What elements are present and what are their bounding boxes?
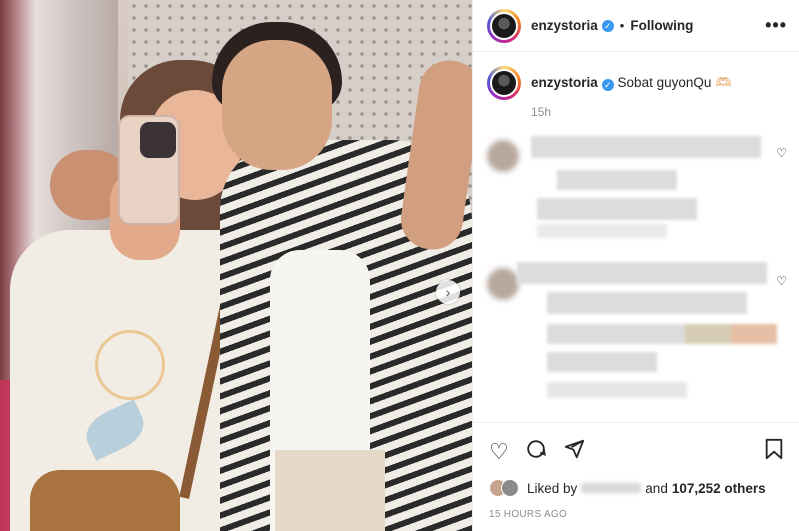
man-face bbox=[222, 40, 332, 170]
bookmark-icon[interactable] bbox=[764, 438, 784, 466]
post-sidebar: enzystoria ✓ • Following ••• enzystoria ✓… bbox=[472, 0, 799, 531]
blurred-comment-text bbox=[517, 262, 767, 284]
caption-body: enzystoria ✓ Sobat guyonQu 🫶🏻 15h bbox=[531, 66, 732, 119]
phone-camera bbox=[140, 122, 176, 158]
comment-icon[interactable] bbox=[525, 438, 547, 466]
next-photo-button[interactable]: › bbox=[436, 280, 460, 304]
heart-icon[interactable]: ♡ bbox=[489, 439, 509, 465]
comment-avatar[interactable] bbox=[487, 268, 519, 300]
blurred-comment-text bbox=[547, 324, 777, 344]
post-timestamp[interactable]: 15 HOURS AGO bbox=[473, 497, 799, 520]
caption-text: Sobat guyonQu 🫶🏻 bbox=[617, 75, 732, 90]
avatar bbox=[490, 69, 518, 97]
caption: enzystoria ✓ Sobat guyonQu 🫶🏻 15h bbox=[473, 52, 799, 119]
chevron-right-icon: › bbox=[445, 284, 451, 300]
username-link[interactable]: enzystoria bbox=[531, 18, 598, 33]
likes-count[interactable]: 107,252 others bbox=[672, 481, 766, 496]
caption-time[interactable]: 15h bbox=[531, 105, 732, 119]
post-photo[interactable]: › bbox=[0, 0, 472, 531]
shirt-flower-print bbox=[95, 330, 165, 400]
post-header: enzystoria ✓ • Following ••• bbox=[473, 0, 799, 52]
blurred-comment-text bbox=[547, 352, 657, 372]
comment-like-heart-icon[interactable]: ♡ bbox=[776, 146, 787, 160]
liked-by-label: Liked by bbox=[527, 480, 578, 496]
comment-avatar[interactable] bbox=[487, 140, 519, 172]
post-actions: ♡ Liked by and 107,252 others 15 HOURS A… bbox=[473, 422, 799, 531]
likes-row: Liked by and 107,252 others bbox=[473, 469, 799, 497]
liked-and-label: and bbox=[645, 480, 668, 496]
comment-like-heart-icon[interactable]: ♡ bbox=[776, 274, 787, 288]
following-button[interactable]: Following bbox=[630, 18, 693, 33]
blurred-comment-text bbox=[547, 292, 747, 314]
blurred-comment-text bbox=[537, 224, 667, 238]
verified-icon: ✓ bbox=[601, 79, 614, 91]
comment-item: ♡ bbox=[487, 258, 787, 408]
more-options-icon[interactable]: ••• bbox=[765, 15, 787, 36]
liker-avatar[interactable] bbox=[501, 479, 519, 497]
avatar bbox=[490, 11, 518, 40]
caption-avatar-ring[interactable] bbox=[487, 66, 521, 100]
handbag bbox=[30, 470, 180, 531]
separator-dot: • bbox=[619, 18, 625, 33]
comment-item: ♡ bbox=[487, 132, 787, 252]
blurred-comment-text bbox=[531, 136, 761, 158]
blurred-comment-text bbox=[547, 382, 687, 398]
blurred-comment-text bbox=[557, 170, 677, 190]
blurred-comment-text bbox=[537, 198, 697, 220]
man-pants bbox=[275, 450, 385, 531]
verified-icon: ✓ bbox=[601, 19, 614, 32]
action-icons: ♡ bbox=[473, 423, 799, 469]
profile-avatar-ring[interactable] bbox=[487, 8, 521, 43]
share-icon[interactable] bbox=[563, 438, 585, 466]
liker-username-blurred[interactable] bbox=[581, 483, 642, 493]
caption-username[interactable]: enzystoria bbox=[531, 75, 598, 90]
